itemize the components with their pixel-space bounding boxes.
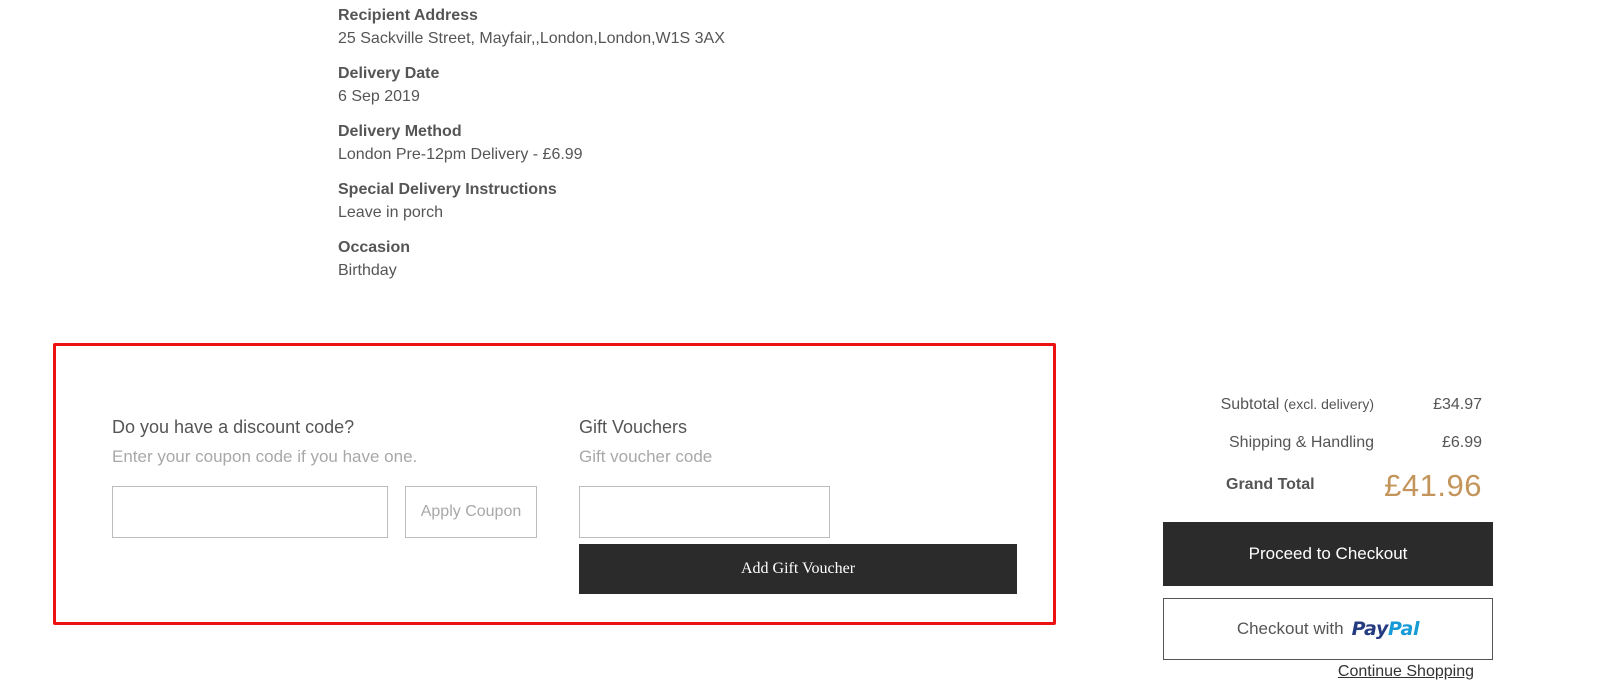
- gift-voucher-heading: Gift Vouchers: [579, 417, 688, 437]
- delivery-method-value: London Pre-12pm Delivery - £6.99: [338, 146, 583, 163]
- delivery-date-value: 6 Sep 2019: [338, 88, 420, 105]
- coupon-code-input[interactable]: [112, 486, 388, 538]
- coupon-heading: Do you have a discount code?: [112, 417, 355, 437]
- delivery-date-block: Delivery Date 6 Sep 2019: [338, 64, 1038, 108]
- subtotal-note: (excl. delivery): [1283, 396, 1374, 412]
- shipping-row: Shipping & Handling £6.99: [1168, 434, 1500, 458]
- subtotal-label-group: Subtotal (excl. delivery): [1221, 396, 1374, 414]
- occasion-block: Occasion Birthday: [338, 238, 1038, 282]
- gift-voucher-subtext: Gift voucher code: [579, 447, 713, 466]
- proceed-to-checkout-button[interactable]: Proceed to Checkout: [1163, 522, 1493, 586]
- order-details: Recipient Address 25 Sackville Street, M…: [338, 6, 1038, 296]
- coupon-subtext: Enter your coupon code if you have one.: [112, 447, 418, 466]
- grand-total-row: Grand Total £41.96: [1168, 468, 1500, 508]
- paypal-logo-pay: Pay: [1351, 618, 1389, 640]
- delivery-date-label: Delivery Date: [338, 65, 440, 82]
- apply-coupon-button[interactable]: Apply Coupon: [405, 486, 537, 538]
- gift-voucher-section: Gift Vouchers Gift voucher code Add Gift…: [579, 416, 1019, 594]
- subtotal-label: Subtotal: [1220, 396, 1280, 413]
- recipient-address-block: Recipient Address 25 Sackville Street, M…: [338, 6, 1038, 50]
- paypal-checkout-button[interactable]: Checkout with PayPal: [1163, 598, 1493, 660]
- promo-panel: Do you have a discount code? Enter your …: [53, 343, 1056, 625]
- grand-total-value: £41.96: [1384, 468, 1482, 503]
- shipping-label: Shipping & Handling: [1229, 434, 1374, 451]
- recipient-address-value: 25 Sackville Street, Mayfair,,London,Lon…: [338, 30, 725, 47]
- occasion-value: Birthday: [338, 262, 397, 279]
- grand-total-label: Grand Total: [1226, 476, 1315, 493]
- coupon-section: Do you have a discount code? Enter your …: [112, 416, 552, 538]
- paypal-checkout-prefix: Checkout with: [1236, 619, 1344, 638]
- add-gift-voucher-button[interactable]: Add Gift Voucher: [579, 544, 1017, 594]
- special-instructions-label: Special Delivery Instructions: [338, 181, 557, 198]
- delivery-method-block: Delivery Method London Pre-12pm Delivery…: [338, 122, 1038, 166]
- subtotal-value: £34.97: [1433, 396, 1482, 413]
- gift-voucher-input[interactable]: [579, 486, 830, 538]
- shipping-value: £6.99: [1441, 434, 1482, 451]
- paypal-logo-pal: Pal: [1388, 618, 1420, 640]
- special-instructions-block: Special Delivery Instructions Leave in p…: [338, 180, 1038, 224]
- paypal-logo-icon: PayPal: [1352, 618, 1420, 640]
- recipient-address-label: Recipient Address: [338, 7, 478, 24]
- special-instructions-value: Leave in porch: [338, 204, 443, 221]
- delivery-method-label: Delivery Method: [338, 123, 462, 140]
- subtotal-row: Subtotal (excl. delivery) £34.97: [1168, 396, 1500, 420]
- continue-shopping-link[interactable]: Continue Shopping: [1338, 663, 1474, 681]
- occasion-label: Occasion: [338, 239, 411, 256]
